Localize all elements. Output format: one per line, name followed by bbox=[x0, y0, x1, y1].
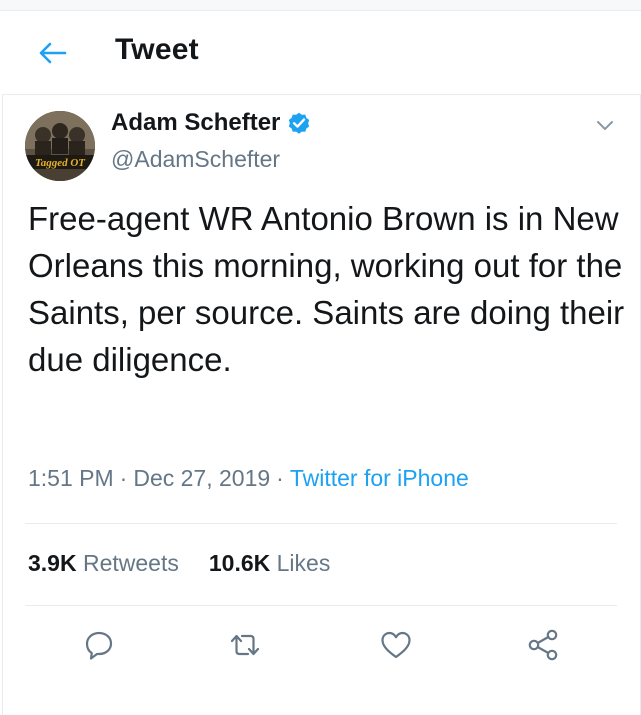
share-button[interactable] bbox=[521, 623, 565, 667]
tweet-source-link[interactable]: Twitter for iPhone bbox=[290, 465, 469, 491]
svg-text:Tagged OT: Tagged OT bbox=[35, 157, 86, 169]
retweet-button[interactable] bbox=[223, 623, 267, 667]
like-button[interactable] bbox=[374, 623, 418, 667]
more-options-button[interactable] bbox=[593, 113, 617, 137]
meta-separator: · bbox=[276, 465, 284, 491]
avatar[interactable]: Tagged OT bbox=[25, 111, 95, 181]
likes-count: 10.6K bbox=[208, 550, 271, 576]
retweets-stat[interactable]: 3.9K Retweets bbox=[28, 550, 179, 577]
chevron-down-icon bbox=[597, 121, 613, 130]
tweet-stats: 3.9K Retweets 10.6K Likes bbox=[28, 550, 330, 577]
author-display-name[interactable]: Adam Schefter bbox=[111, 109, 280, 137]
back-button[interactable] bbox=[30, 35, 74, 71]
tweet-time: 1:51 PM bbox=[28, 465, 114, 491]
reply-button[interactable] bbox=[77, 623, 121, 667]
likes-stat[interactable]: 10.6K Likes bbox=[209, 550, 330, 577]
action-bar bbox=[3, 623, 640, 673]
heart-icon bbox=[381, 631, 411, 659]
status-strip bbox=[0, 0, 641, 11]
avatar-image: Tagged OT bbox=[25, 111, 95, 181]
divider bbox=[25, 605, 617, 606]
page-title: Tweet bbox=[115, 33, 199, 66]
reply-icon bbox=[85, 631, 113, 660]
arrow-left-icon bbox=[39, 42, 67, 64]
meta-separator: · bbox=[119, 465, 128, 491]
tweet-card: Tagged OT Adam Schefter @AdamSchefter Fr… bbox=[2, 94, 641, 715]
app-header: Tweet bbox=[0, 11, 641, 93]
retweets-count: 3.9K bbox=[28, 550, 77, 576]
tweet-meta: 1:51 PM · Dec 27, 2019 · Twitter for iPhone bbox=[28, 465, 469, 492]
tweet-text: Free-agent WR Antonio Brown is in New Or… bbox=[28, 200, 625, 378]
author-name-row: Adam Schefter bbox=[111, 109, 312, 137]
likes-label: Likes bbox=[276, 550, 331, 576]
author-handle[interactable]: @AdamSchefter bbox=[111, 146, 280, 173]
verified-badge-icon bbox=[289, 112, 310, 134]
divider bbox=[25, 523, 617, 524]
retweet-icon bbox=[230, 634, 260, 656]
tweet-date: Dec 27, 2019 bbox=[133, 465, 271, 491]
share-icon bbox=[528, 629, 558, 661]
retweets-label: Retweets bbox=[82, 550, 179, 576]
